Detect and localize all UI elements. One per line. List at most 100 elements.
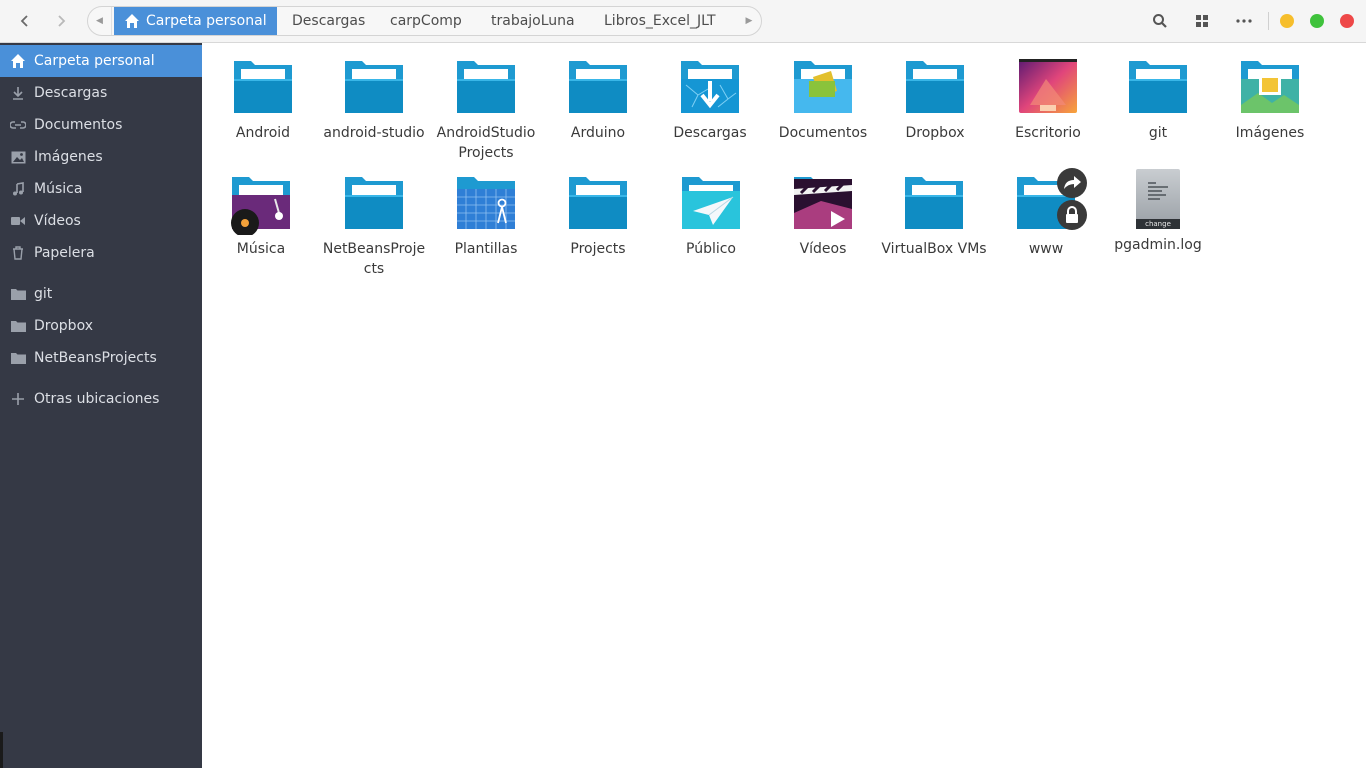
- file-name: Documentos: [778, 125, 868, 141]
- forward-button[interactable]: [48, 8, 74, 34]
- file-item-androidstudio-projects[interactable]: AndroidStudio Projects: [430, 55, 542, 163]
- folder-icon: [566, 55, 630, 119]
- file-name: Plantillas: [454, 241, 518, 257]
- breadcrumb-scroll-right-button[interactable]: ▶: [737, 7, 761, 35]
- header-separator: [1268, 12, 1269, 30]
- breadcrumb-scroll-left-button[interactable]: ◀: [88, 7, 112, 35]
- sidebar-item-downloads[interactable]: Descargas: [0, 77, 202, 109]
- triangle-left-icon: ◀: [96, 16, 103, 26]
- breadcrumb-label: Libros_Excel_JLT: [604, 13, 716, 29]
- sidebar-item-netbeansprojects[interactable]: NetBeansProjects: [0, 342, 202, 374]
- file-item-netbeansprojects[interactable]: NetBeansProje cts: [318, 171, 430, 279]
- maximize-button[interactable]: [1310, 14, 1324, 28]
- sidebar-item-label: Carpeta personal: [34, 53, 155, 69]
- file-item-pgadmin-log[interactable]: change pgadmin.log: [1102, 167, 1214, 255]
- file-item-descargas[interactable]: Descargas: [654, 55, 766, 143]
- grid-view-icon: [1196, 15, 1208, 27]
- breadcrumb-item-home[interactable]: Carpeta personal: [114, 7, 277, 35]
- close-button[interactable]: [1340, 14, 1354, 28]
- view-toggle-button[interactable]: [1191, 10, 1213, 32]
- file-name: Dropbox: [905, 125, 965, 141]
- sidebar-item-label: Dropbox: [34, 318, 93, 334]
- sidebar-item-label: git: [34, 286, 53, 302]
- sidebar-item-pictures[interactable]: Imágenes: [0, 141, 202, 173]
- file-item-musica[interactable]: Música: [205, 171, 317, 259]
- file-item-git[interactable]: git: [1102, 55, 1214, 143]
- folder-icon: [903, 55, 967, 119]
- file-item-documentos[interactable]: Documentos: [767, 55, 879, 143]
- breadcrumb-item-carpcomp[interactable]: carpComp: [390, 7, 462, 35]
- breadcrumb-item-trabajoluna[interactable]: trabajoLuna: [491, 7, 575, 35]
- breadcrumb-item-libros[interactable]: Libros_Excel_JLT: [604, 7, 716, 35]
- menu-button[interactable]: [1233, 10, 1255, 32]
- symlink-emblem-icon: [1057, 168, 1087, 198]
- folder-icon: [231, 55, 295, 119]
- folder-downloads-icon: [678, 55, 742, 119]
- file-item-videos[interactable]: Vídeos: [767, 171, 879, 259]
- sidebar-item-label: Vídeos: [34, 213, 81, 229]
- sidebar-item-trash[interactable]: Papelera: [0, 237, 202, 269]
- folder-icon: [10, 318, 26, 334]
- file-item-escritorio[interactable]: Escritorio: [992, 55, 1104, 143]
- plus-icon: [10, 391, 26, 407]
- folder-icon: [566, 171, 630, 235]
- folder-icon: [342, 171, 406, 235]
- triangle-right-icon: ▶: [745, 16, 753, 26]
- file-item-plantillas[interactable]: Plantillas: [430, 171, 542, 259]
- breadcrumb-item-descargas[interactable]: Descargas: [292, 7, 365, 35]
- file-name: Público: [686, 241, 736, 257]
- file-view: Android android-studio AndroidStudio Pro…: [202, 43, 1366, 768]
- breadcrumb-label: Descargas: [292, 13, 366, 29]
- lock-emblem-icon: [1057, 200, 1087, 230]
- image-icon: [10, 149, 26, 165]
- music-icon: [10, 181, 26, 197]
- download-icon: [10, 85, 26, 101]
- sidebar-item-home[interactable]: Carpeta personal: [0, 45, 202, 77]
- folder-icon: [10, 286, 26, 302]
- file-item-dropbox[interactable]: Dropbox: [879, 55, 991, 143]
- text-file-icon: change: [1126, 167, 1190, 231]
- file-name: git: [1148, 125, 1168, 141]
- sidebar-item-label: Descargas: [34, 85, 108, 101]
- file-name: AndroidStudio Projects: [436, 125, 536, 161]
- folder-icon: [902, 171, 966, 235]
- search-icon: [1153, 14, 1167, 28]
- sidebar-item-dropbox[interactable]: Dropbox: [0, 310, 202, 342]
- breadcrumb: ◀ Carpeta personal Descargas carpComp tr…: [87, 6, 762, 36]
- chevron-right-icon: [58, 15, 66, 27]
- file-item-android-studio[interactable]: android-studio: [318, 55, 430, 143]
- sidebar-item-git[interactable]: git: [0, 278, 202, 310]
- folder-pictures-icon: [1238, 55, 1302, 119]
- file-item-imagenes[interactable]: Imágenes: [1214, 55, 1326, 143]
- folder-desktop-icon: [1016, 55, 1080, 119]
- file-name: NetBeansProje cts: [322, 241, 426, 277]
- sidebar-item-music[interactable]: Música: [0, 173, 202, 205]
- document-icon: [10, 117, 26, 133]
- file-item-www[interactable]: www: [990, 168, 1102, 259]
- file-item-projects[interactable]: Projects: [542, 171, 654, 259]
- folder-icon: [10, 350, 26, 366]
- back-button[interactable]: [12, 8, 38, 34]
- file-item-arduino[interactable]: Arduino: [542, 55, 654, 143]
- search-button[interactable]: [1149, 10, 1171, 32]
- sidebar-item-other-locations[interactable]: Otras ubicaciones: [0, 383, 202, 415]
- folder-music-icon: [229, 171, 293, 237]
- minimize-button[interactable]: [1280, 14, 1294, 28]
- file-item-android[interactable]: Android: [207, 55, 319, 143]
- sidebar-item-label: Imágenes: [34, 149, 103, 165]
- breadcrumb-label: trabajoLuna: [491, 13, 575, 29]
- file-item-publico[interactable]: Público: [655, 171, 767, 259]
- folder-templates-icon: [454, 171, 518, 235]
- folder-icon: [454, 55, 518, 119]
- folder-icon: [342, 55, 406, 119]
- sidebar-item-documents[interactable]: Documentos: [0, 109, 202, 141]
- folder-documents-icon: [791, 55, 855, 119]
- sidebar-item-label: Documentos: [34, 117, 123, 133]
- header-bar: ◀ Carpeta personal Descargas carpComp tr…: [0, 0, 1366, 43]
- file-name: Vídeos: [799, 241, 847, 257]
- folder-public-icon: [679, 171, 743, 235]
- video-icon: [10, 213, 26, 229]
- file-item-virtualbox-vms[interactable]: VirtualBox VMs: [878, 171, 990, 259]
- more-options-icon: [1236, 19, 1252, 23]
- sidebar-item-videos[interactable]: Vídeos: [0, 205, 202, 237]
